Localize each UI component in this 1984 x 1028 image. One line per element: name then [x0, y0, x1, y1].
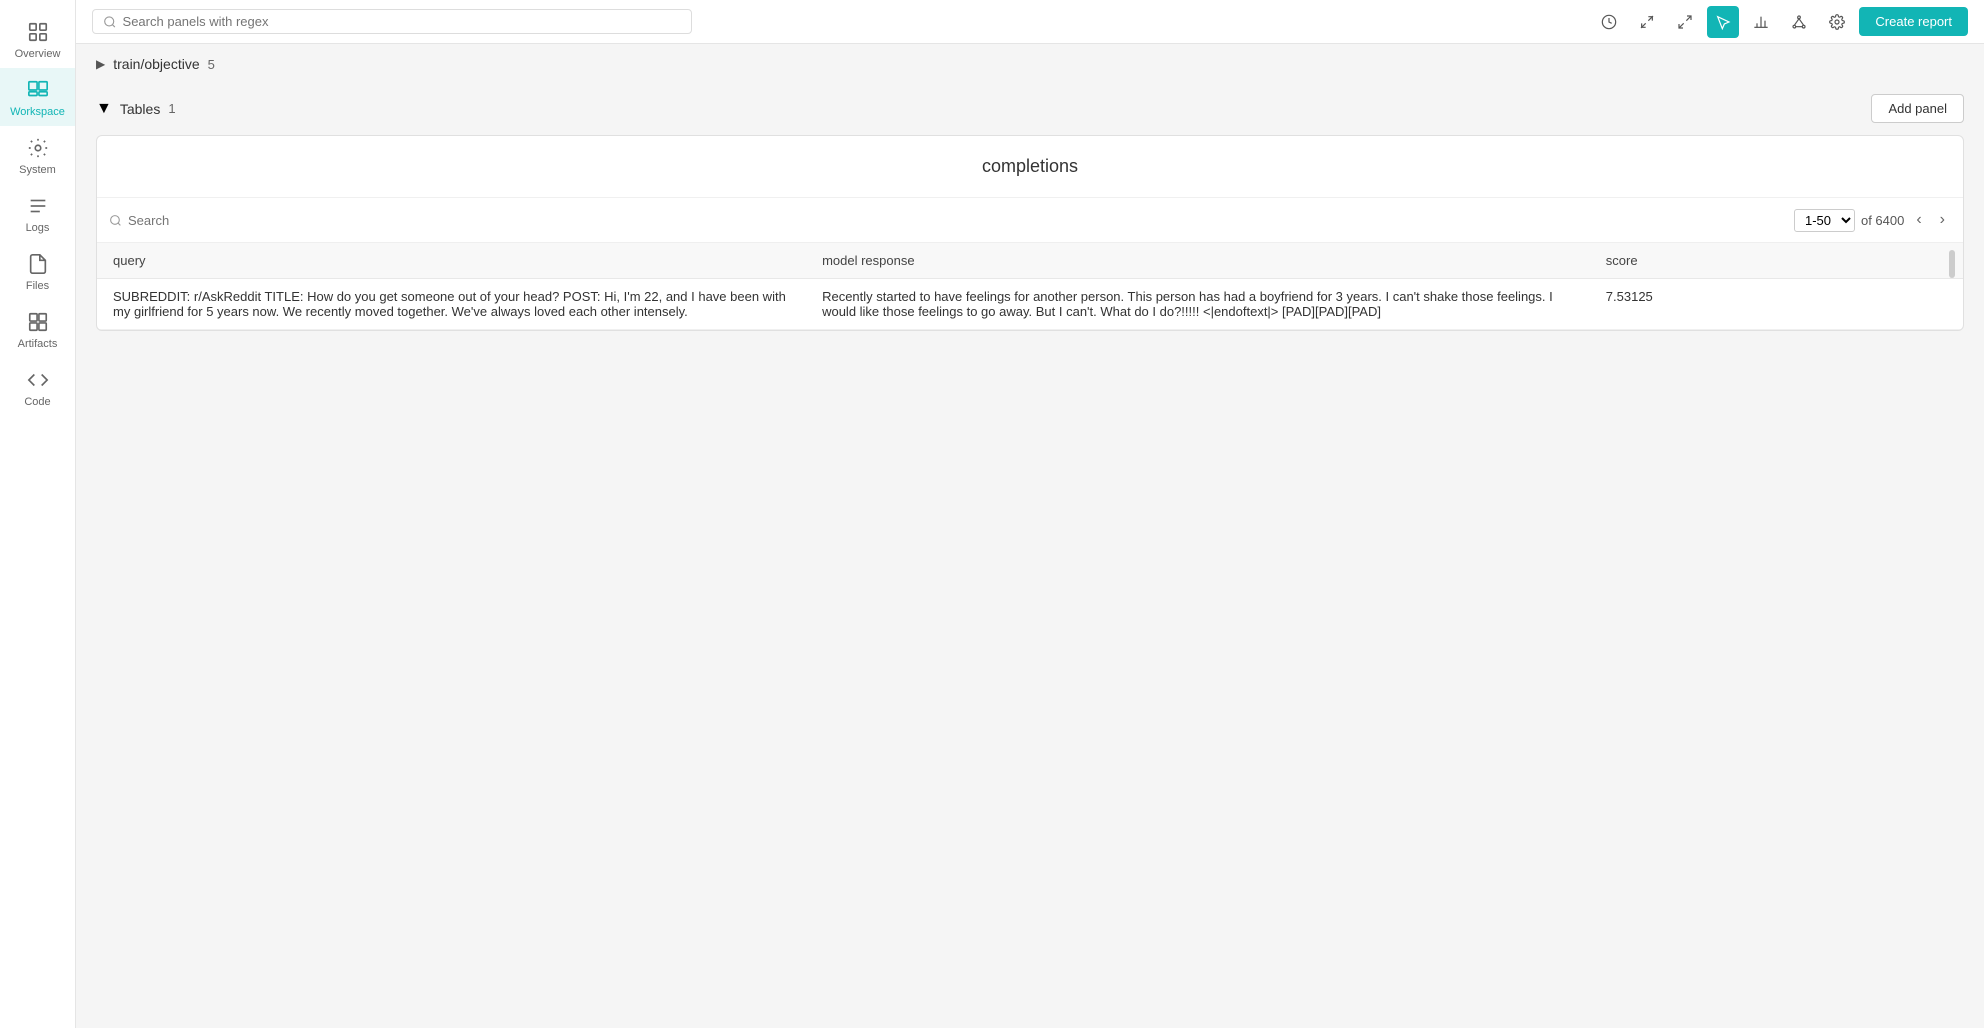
- sidebar-item-artifacts[interactable]: Artifacts: [0, 300, 75, 358]
- tables-count: 1: [168, 101, 175, 116]
- clock-icon-btn[interactable]: [1593, 6, 1625, 38]
- tables-section: ▼ Tables 1 Add panel completions: [76, 84, 1984, 351]
- column-header-score: score: [1590, 243, 1963, 279]
- cursor-icon-btn[interactable]: [1707, 6, 1739, 38]
- cursor-icon: [1715, 14, 1731, 30]
- train-objective-section-header[interactable]: ▶ train/objective 5: [76, 44, 1984, 84]
- system-icon: [26, 136, 50, 160]
- table-cell-score: 7.53125: [1590, 279, 1963, 330]
- next-page-button[interactable]: ›: [1934, 208, 1951, 232]
- table-search-icon: [109, 214, 122, 227]
- train-objective-count: 5: [208, 57, 215, 72]
- table-header-row: query model response score: [97, 243, 1963, 279]
- workspace-icon: [26, 78, 50, 102]
- data-table: query model response score SUBREDDIT: r/…: [97, 243, 1963, 330]
- sidebar-item-workspace-label: Workspace: [10, 106, 65, 118]
- table-cell-query: SUBREDDIT: r/AskReddit TITLE: How do you…: [97, 279, 806, 330]
- column-header-query: query: [97, 243, 806, 279]
- sidebar-item-overview[interactable]: Overview: [0, 10, 75, 68]
- search-icon: [103, 15, 117, 29]
- collapse-icon-btn[interactable]: [1631, 6, 1663, 38]
- nodes-icon-btn[interactable]: [1783, 6, 1815, 38]
- table-controls: 1-50 of 6400 ‹ ›: [97, 198, 1963, 243]
- prev-page-button[interactable]: ‹: [1910, 208, 1927, 232]
- files-icon: [26, 252, 50, 276]
- table-panel: completions 1-50: [96, 135, 1964, 331]
- expand-icon: [1677, 14, 1693, 30]
- table-search-input[interactable]: [128, 213, 304, 228]
- settings-icon: [1829, 14, 1845, 30]
- pagination: 1-50 of 6400 ‹ ›: [1794, 208, 1951, 232]
- clock-icon: [1601, 14, 1617, 30]
- sidebar-item-system[interactable]: System: [0, 126, 75, 184]
- scroll-indicator: [1949, 250, 1955, 278]
- collapse-icon: [1639, 14, 1655, 30]
- toolbar-icons: Create report: [1593, 6, 1968, 38]
- sidebar: Overview Workspace System: [0, 0, 76, 1028]
- tables-chevron[interactable]: ▼: [96, 100, 112, 118]
- panel-title: completions: [97, 136, 1963, 198]
- sidebar-item-logs[interactable]: Logs: [0, 184, 75, 242]
- expand-icon-btn[interactable]: [1669, 6, 1701, 38]
- column-header-response: model response: [806, 243, 1590, 279]
- create-report-button[interactable]: Create report: [1859, 7, 1968, 36]
- settings-icon-btn[interactable]: [1821, 6, 1853, 38]
- tables-title: Tables: [120, 101, 160, 117]
- table-search: [109, 213, 1784, 228]
- sidebar-item-overview-label: Overview: [15, 48, 61, 60]
- sidebar-item-files-label: Files: [26, 280, 49, 292]
- total-pages: of 6400: [1861, 213, 1904, 228]
- toolbar: Create report: [76, 0, 1984, 44]
- tables-header-left: ▼ Tables 1: [96, 100, 176, 118]
- main-content: Create report ▶ train/objective 5 ▼ Tabl…: [76, 0, 1984, 1028]
- sidebar-item-system-label: System: [19, 164, 56, 176]
- tables-header: ▼ Tables 1 Add panel: [96, 84, 1964, 135]
- search-box[interactable]: [92, 9, 692, 34]
- chart-icon-btn[interactable]: [1745, 6, 1777, 38]
- sidebar-item-code-label: Code: [24, 396, 50, 408]
- train-objective-chevron: ▶: [96, 57, 105, 71]
- artifacts-icon: [26, 310, 50, 334]
- code-icon: [26, 368, 50, 392]
- sidebar-item-logs-label: Logs: [26, 222, 50, 234]
- panel-inner: 1-50 of 6400 ‹ › query: [97, 198, 1963, 330]
- sidebar-item-artifacts-label: Artifacts: [18, 338, 58, 350]
- train-objective-title: train/objective: [113, 56, 199, 72]
- chart-icon: [1753, 14, 1769, 30]
- sidebar-item-code[interactable]: Code: [0, 358, 75, 416]
- overview-icon: [26, 20, 50, 44]
- search-input[interactable]: [123, 14, 681, 29]
- table-row: SUBREDDIT: r/AskReddit TITLE: How do you…: [97, 279, 1963, 330]
- add-panel-button[interactable]: Add panel: [1871, 94, 1964, 123]
- page-range-select[interactable]: 1-50: [1794, 209, 1855, 232]
- content-area: ▶ train/objective 5 ▼ Tables 1 Add panel…: [76, 44, 1984, 1028]
- sidebar-item-workspace[interactable]: Workspace: [0, 68, 75, 126]
- sidebar-item-files[interactable]: Files: [0, 242, 75, 300]
- nodes-icon: [1791, 14, 1807, 30]
- table-cell-response: Recently started to have feelings for an…: [806, 279, 1590, 330]
- logs-icon: [26, 194, 50, 218]
